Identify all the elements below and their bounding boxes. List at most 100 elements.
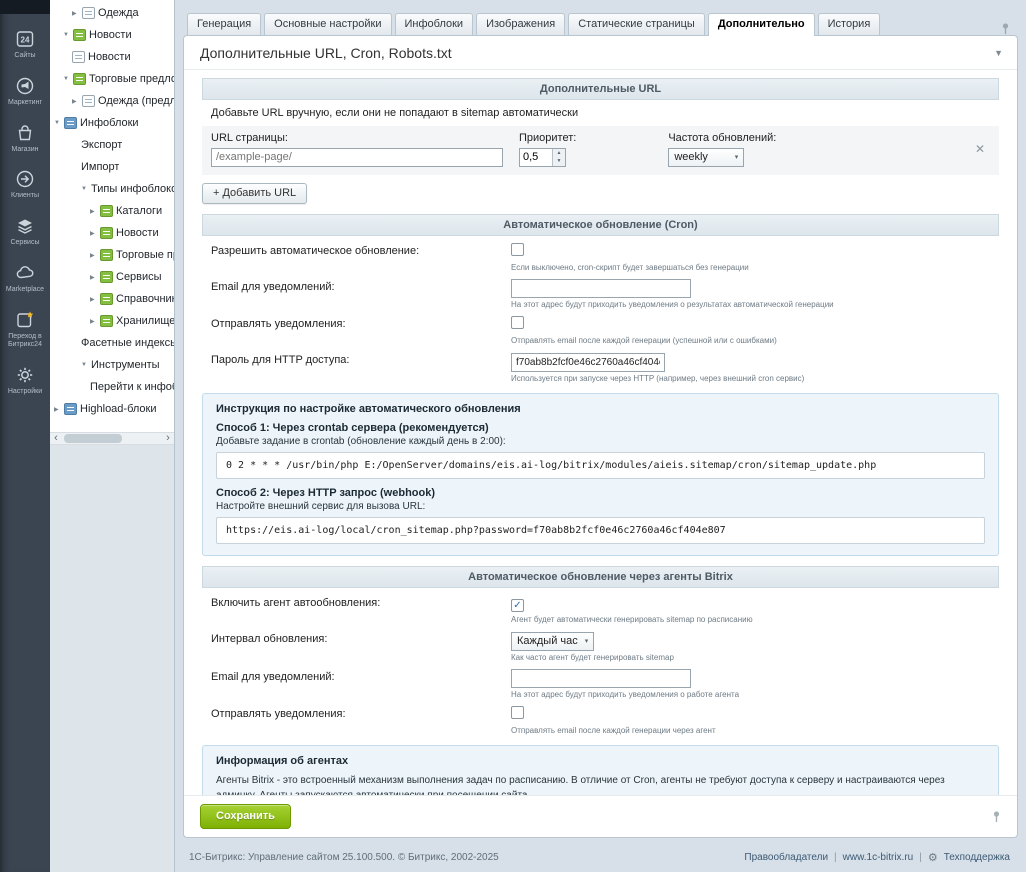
url-page-field: URL страницы: [211,132,503,167]
tree-item[interactable]: ▶Хранилище данных [50,310,174,332]
frequency-label: Частота обновлений: [668,132,776,144]
scroll-track[interactable] [62,434,162,443]
rail-item-marketing[interactable]: Маркетинг [0,69,50,116]
tree-item[interactable]: ▶Одежда (предложения) [50,90,174,112]
agent-enable-checkbox[interactable] [511,599,524,612]
rail-item-clients[interactable]: Клиенты [0,162,50,209]
document-icon [82,95,95,107]
frequency-select[interactable]: weekly [668,148,744,167]
priority-input[interactable] [520,149,552,166]
tab-additional[interactable]: Дополнительно [708,13,815,36]
chevron-open-icon[interactable]: ▼ [54,120,64,126]
tree-item[interactable]: Экспорт [50,134,174,156]
rail-item-settings[interactable]: Настройки [0,358,50,405]
rail-item-marketplace[interactable]: Marketplace [0,256,50,303]
spin-down-icon[interactable] [553,157,565,166]
save-button[interactable]: Сохранить [200,804,291,829]
cron-enable-control: Если выключено, cron-скрипт будет заверш… [511,243,999,273]
chevron-closed-icon[interactable]: ▶ [72,98,82,105]
tree-item[interactable]: Перейти к инфоблоку / [50,376,174,398]
url-page-input[interactable] [211,148,503,167]
rail-item-services[interactable]: Сервисы [0,209,50,256]
tab-main-settings[interactable]: Основные настройки [264,13,391,35]
method1-text: Добавьте задание в crontab (обновление к… [216,436,985,447]
agent-interval-select[interactable]: Каждый час [511,632,594,651]
copyright-holders-link[interactable]: Правообладатели [744,852,828,863]
chevron-closed-icon[interactable]: ▶ [72,10,82,17]
chevron-closed-icon[interactable]: ▶ [90,252,100,259]
tree-item-label: Перейти к инфоблоку / [90,381,174,393]
tree-item[interactable]: ▶Новости [50,222,174,244]
spin-up-icon[interactable] [553,149,565,158]
tree-item[interactable]: ▶Торговые предложения [50,244,174,266]
collapse-section-icon[interactable] [994,48,1003,58]
tab-images[interactable]: Изображения [476,13,565,35]
rail-item-sites[interactable]: 24Сайты [0,22,50,69]
rail-item-shop[interactable]: Магазин [0,116,50,163]
remove-url-icon[interactable] [971,140,989,158]
tree-item[interactable]: ▼Типы инфоблоков [50,178,174,200]
infoblock-icon [73,73,86,85]
tree-item[interactable]: ▼Инструменты [50,354,174,376]
settings-icon [15,365,35,385]
agent-send-notifications-checkbox[interactable] [511,706,524,719]
chevron-closed-icon[interactable]: ▶ [90,318,100,325]
tree-item[interactable]: Фасетные индексы [50,332,174,354]
agent-email-input[interactable] [511,669,691,688]
chevron-closed-icon[interactable]: ▶ [90,296,100,303]
priority-spin-buttons[interactable] [552,149,565,166]
rail-item-bitrix24[interactable]: Переход в Битрикс24 [0,303,50,359]
agent-enable-label: Включить агент автообновления: [211,595,511,625]
agent-enable-hint: Агент будет автоматически генерировать s… [511,615,999,625]
cron-send-notifications-checkbox[interactable] [511,316,524,329]
rail-item-label: Маркетинг [8,99,42,108]
infoblock-icon [100,271,113,283]
tab-generation[interactable]: Генерация [187,13,261,35]
tree-item[interactable]: ▶Одежда [50,2,174,24]
rail-item-label: Переход в Битрикс24 [2,333,48,351]
chevron-closed-icon[interactable]: ▶ [90,274,100,281]
pin-icon[interactable] [999,22,1012,35]
cron-email-input[interactable] [511,279,691,298]
tree-item[interactable]: ▶ Каталоги [50,200,174,222]
tree-panel: ▶Одежда▼НовостиНовости▼Торговые предложе… [50,0,175,872]
chevron-closed-icon[interactable]: ▶ [90,208,100,215]
priority-stepper [519,148,566,167]
tree-item[interactable]: ▼Инфоблоки [50,112,174,134]
agent-interval-select-value: Каждый час [517,635,578,647]
chevron-open-icon[interactable]: ▼ [63,32,73,38]
cron-http-password-label: Пароль для HTTP доступа: [211,352,511,384]
rail-item-label: Клиенты [11,192,39,201]
scroll-left-arrow[interactable] [50,433,62,444]
tab-history[interactable]: История [818,13,881,35]
chevron-closed-icon[interactable]: ▶ [54,406,64,413]
scroll-right-arrow[interactable] [162,433,174,444]
tree-item[interactable]: Новости [50,46,174,68]
cron-enable-checkbox[interactable] [511,243,524,256]
tab-static-pages[interactable]: Статические страницы [568,13,705,35]
scroll-thumb[interactable] [64,434,122,443]
bitrix24-icon [15,310,35,330]
tree-item-label: Каталоги [116,205,162,217]
section-header-cron: Автоматическое обновление (Cron) [202,214,999,236]
tree-item[interactable]: ▶Сервисы [50,266,174,288]
bottom-pin-icon[interactable] [990,810,1003,823]
add-url-button[interactable]: + Добавить URL [202,183,307,204]
tree-item[interactable]: ▶ Справочники [50,288,174,310]
tree-item[interactable]: ▼Новости [50,24,174,46]
tabs: ГенерацияОсновные настройкиИнфоблокиИзоб… [187,13,883,35]
tree-item[interactable]: ▶Highload-блоки [50,398,174,420]
chevron-closed-icon[interactable]: ▶ [90,230,100,237]
support-link[interactable]: Техподдержка [944,852,1010,863]
chevron-open-icon[interactable]: ▼ [63,76,73,82]
tab-infoblocks[interactable]: Инфоблоки [395,13,474,35]
tree-horizontal-scrollbar[interactable] [50,432,174,445]
tree-item-label: Справочники [116,293,174,305]
bitrix-site-link[interactable]: www.1c-bitrix.ru [843,852,914,863]
cron-http-password-input[interactable] [511,353,665,372]
cron-email-label: Email для уведомлений: [211,279,511,311]
chevron-open-icon[interactable]: ▼ [81,362,91,368]
chevron-open-icon[interactable]: ▼ [81,186,91,192]
tree-item[interactable]: Импорт [50,156,174,178]
tree-item[interactable]: ▼Торговые предложения [50,68,174,90]
